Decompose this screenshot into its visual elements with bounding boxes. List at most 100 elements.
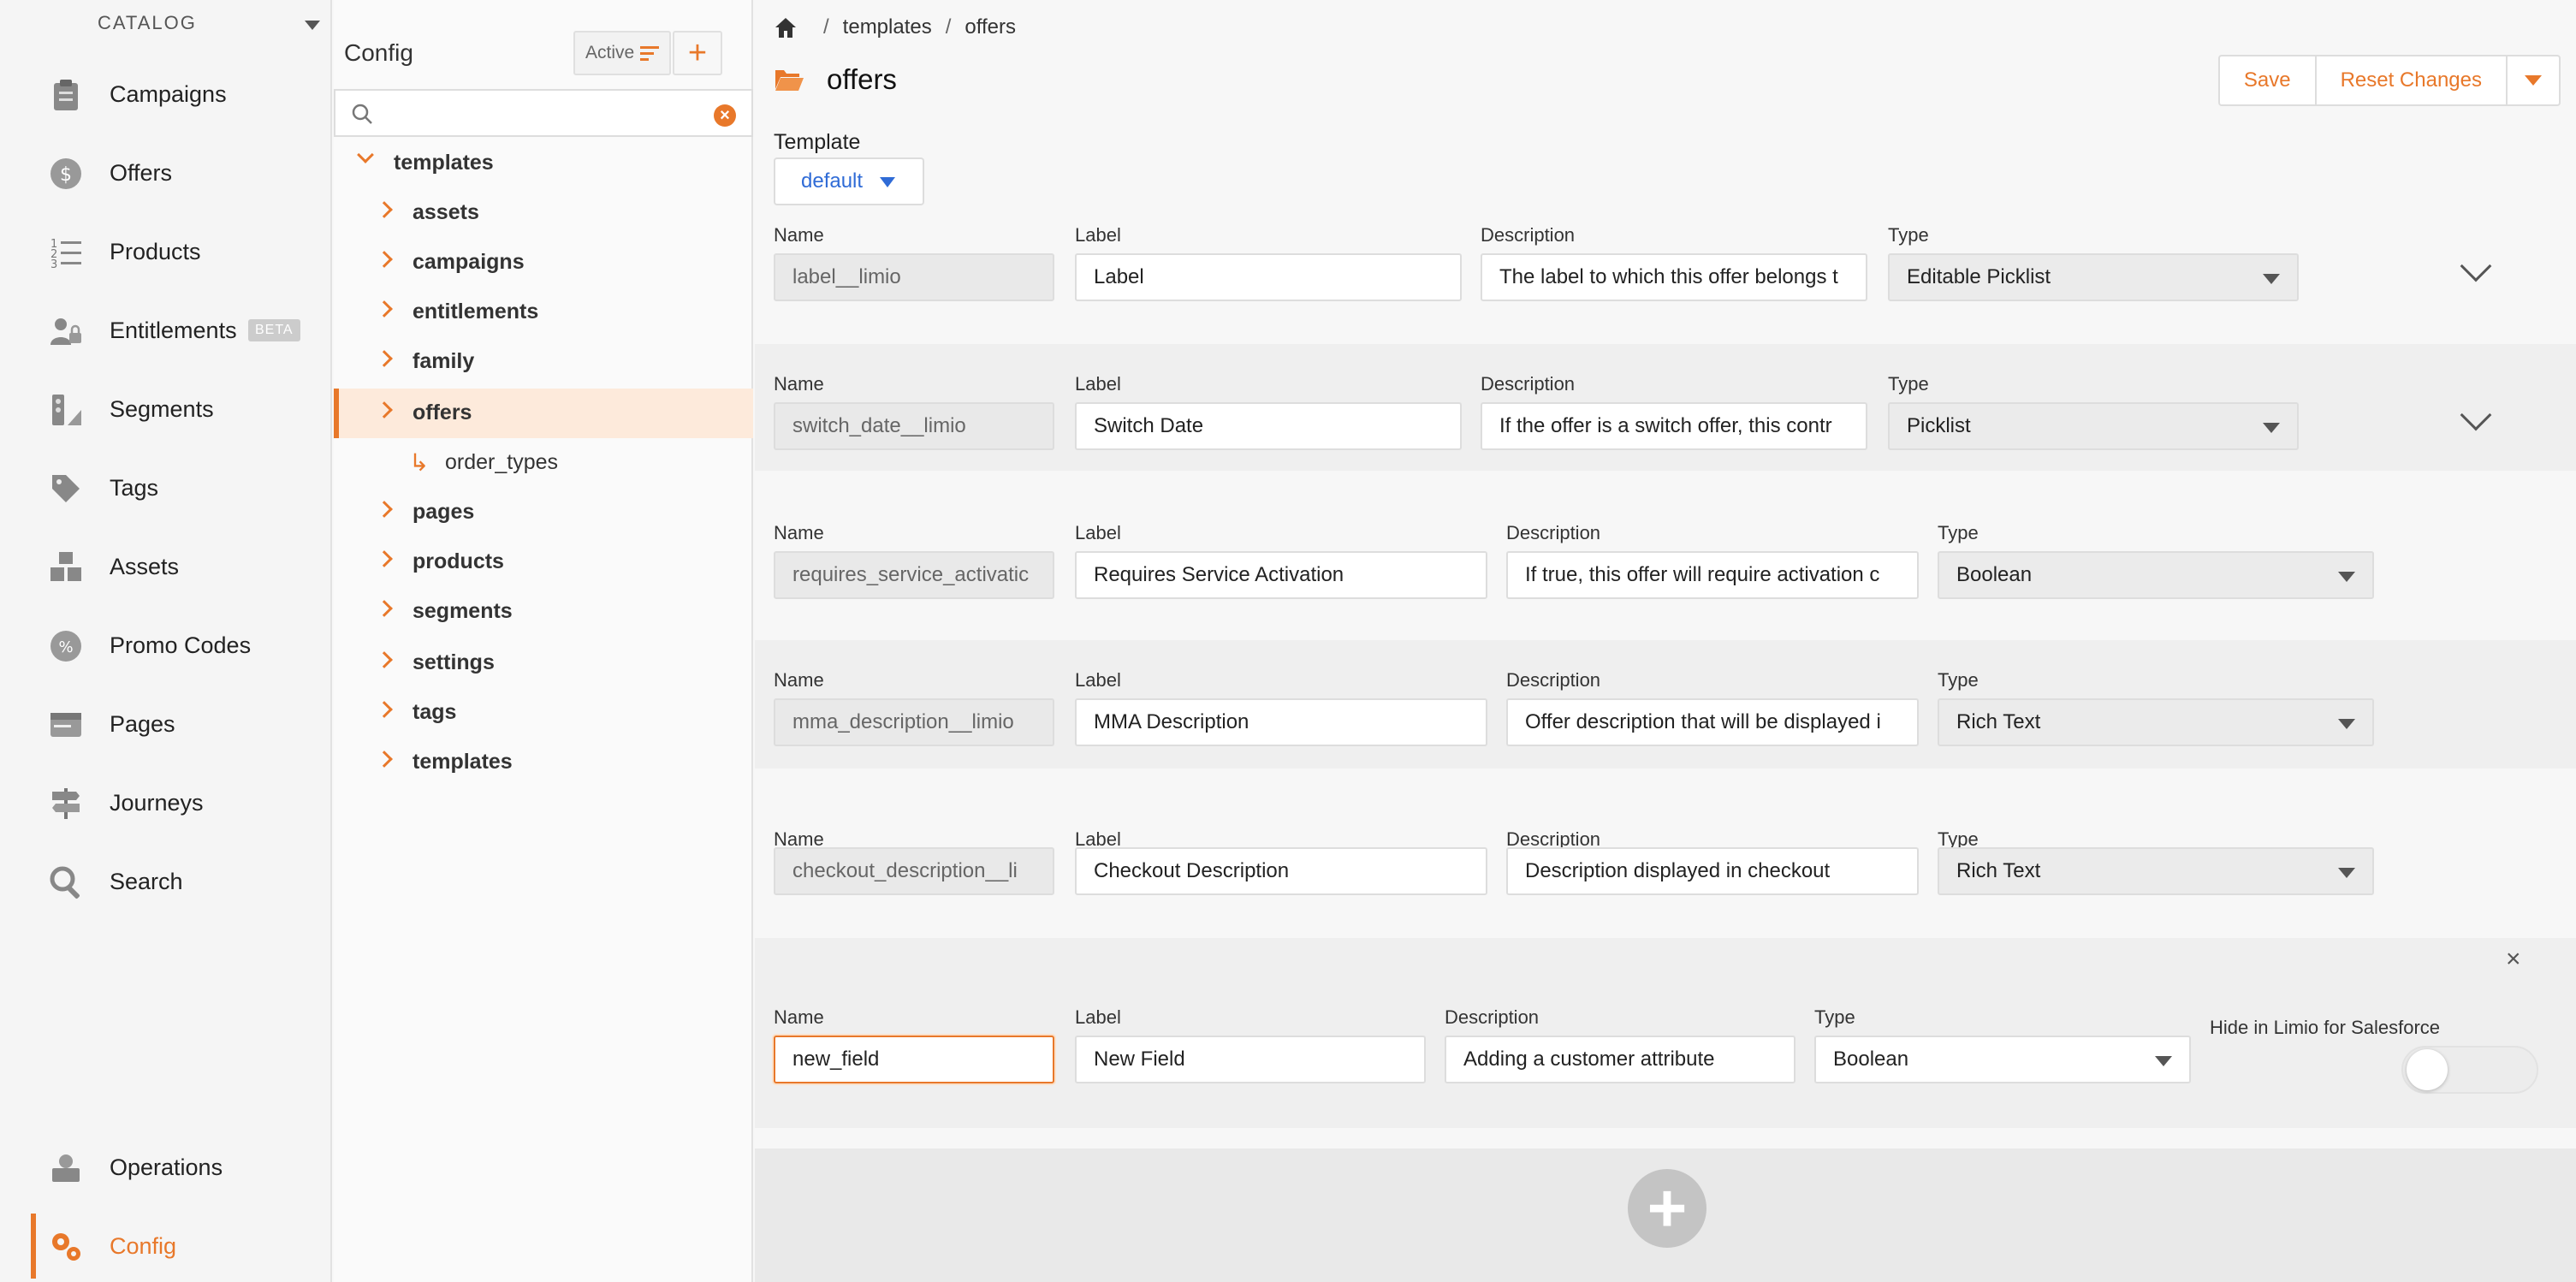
tree-item-label: assets [413, 200, 479, 224]
type-select[interactable]: Editable Picklist [1888, 253, 2299, 301]
add-field-button[interactable]: + [1628, 1169, 1706, 1248]
more-actions-dropdown[interactable] [2508, 56, 2559, 104]
nav-item-assets[interactable]: Assets [0, 532, 332, 601]
user-lock-icon [48, 313, 84, 349]
reset-changes-button[interactable]: Reset Changes [2317, 56, 2508, 104]
description-field[interactable]: If true, this offer will require activat… [1506, 551, 1919, 599]
nav-item-tags[interactable]: Tags [0, 454, 332, 522]
operations-icon [48, 1150, 84, 1186]
nav-item-entitlements[interactable]: Entitlements BETA [0, 296, 332, 365]
type-select[interactable]: Boolean [1938, 551, 2374, 599]
nav-item-label: Journeys [110, 789, 204, 816]
tree-item-segments[interactable]: segments [334, 587, 753, 637]
template-select[interactable]: default [774, 157, 924, 205]
expand-chevron-icon[interactable] [2460, 250, 2492, 282]
label-field[interactable]: Switch Date [1075, 402, 1462, 450]
clear-search-icon[interactable]: × [714, 104, 736, 127]
template-select-value: default [801, 169, 864, 193]
name-field[interactable]: new_field [774, 1036, 1054, 1083]
description-label: Description [1481, 224, 1576, 246]
name-label: Name [774, 522, 824, 543]
caret-down-icon [2263, 274, 2280, 284]
description-field[interactable]: Adding a customer attribute [1445, 1036, 1795, 1083]
tree-item-entitlements[interactable]: entitlements [334, 288, 753, 337]
nav-item-label: Assets [110, 553, 180, 579]
tree-item-offers[interactable]: offers [334, 389, 753, 438]
type-select[interactable]: Picklist [1888, 402, 2299, 450]
tree-search-input[interactable]: × [334, 89, 753, 137]
segments-icon [48, 392, 84, 428]
nav-item-label: Promo Codes [110, 632, 252, 658]
add-config-button[interactable]: + [673, 31, 722, 75]
active-filter-button[interactable]: Active [573, 31, 671, 75]
chevron-right-icon [376, 501, 393, 518]
chevron-right-icon [376, 751, 393, 768]
nav-item-pages[interactable]: Pages [0, 690, 332, 758]
tree-item-templates[interactable]: templates [334, 738, 753, 787]
tree-title: Config [344, 39, 413, 66]
chevron-down-icon [357, 146, 374, 163]
tree-item-campaigns[interactable]: campaigns [334, 238, 753, 288]
template-label: Template [774, 130, 861, 154]
nav-item-campaigns[interactable]: Campaigns [0, 60, 332, 128]
nav-item-journeys[interactable]: Journeys [0, 769, 332, 837]
name-field: label__limio [774, 253, 1054, 301]
tree-item-assets[interactable]: assets [334, 188, 753, 238]
nav-item-search[interactable]: Search [0, 847, 332, 916]
type-select[interactable]: Boolean [1814, 1036, 2191, 1083]
catalog-section-toggle[interactable]: CATALOG [0, 0, 332, 48]
name-field: mma_description__limio [774, 698, 1054, 746]
nav-item-label: Entitlements [110, 317, 237, 343]
tree-item-templates-root[interactable]: templates [334, 139, 753, 188]
description-field[interactable]: If the offer is a switch offer, this con… [1481, 402, 1867, 450]
hide-in-salesforce-toggle[interactable] [2401, 1046, 2538, 1094]
tree-item-order-types[interactable]: ↳ order_types [334, 438, 753, 488]
label-field[interactable]: Checkout Description [1075, 847, 1487, 895]
type-label: Type [1938, 522, 1979, 543]
type-select[interactable]: Rich Text [1938, 698, 2374, 746]
tree-item-settings[interactable]: settings [334, 638, 753, 688]
tree-item-family[interactable]: family [334, 337, 753, 387]
breadcrumb-offers[interactable]: offers [965, 15, 1016, 39]
field-row: Name label__limio Label Label Descriptio… [755, 214, 2576, 342]
name-field: switch_date__limio [774, 402, 1054, 450]
folder-open-icon [774, 67, 804, 92]
nav-item-config[interactable]: Config [0, 1212, 332, 1280]
tree-item-label: templates [394, 151, 494, 175]
caret-down-icon [2525, 75, 2542, 86]
nav-item-promo-codes[interactable]: % Promo Codes [0, 611, 332, 680]
description-label: Description [1445, 1006, 1540, 1028]
nav-item-operations[interactable]: Operations [0, 1133, 332, 1202]
nav-item-products[interactable]: 123 Products [0, 217, 332, 286]
nav-item-offers[interactable]: $ Offers [0, 139, 332, 207]
tree-item-products[interactable]: products [334, 537, 753, 587]
tree-item-label: offers [413, 401, 472, 424]
chevron-right-icon [376, 350, 393, 367]
tree-item-tags[interactable]: tags [334, 688, 753, 738]
type-select[interactable]: Rich Text [1938, 847, 2374, 895]
home-icon[interactable] [774, 15, 798, 39]
tree-item-label: segments [413, 599, 513, 623]
description-label: Description [1481, 373, 1576, 395]
tags-icon [48, 471, 84, 507]
label-field[interactable]: MMA Description [1075, 698, 1487, 746]
expand-chevron-icon[interactable] [2460, 399, 2492, 431]
add-field-area: + [755, 1148, 2576, 1282]
nav-item-segments[interactable]: Segments [0, 375, 332, 443]
close-icon[interactable]: × [2506, 945, 2521, 974]
description-field[interactable]: Offer description that will be displayed… [1506, 698, 1919, 746]
label-field[interactable]: New Field [1075, 1036, 1426, 1083]
description-label: Description [1506, 522, 1601, 543]
label-field[interactable]: Requires Service Activation [1075, 551, 1487, 599]
tree-item-pages[interactable]: pages [334, 488, 753, 537]
breadcrumb-templates[interactable]: templates [843, 15, 932, 39]
main-navigation: CATALOG Campaigns $ Offers 123 Products … [0, 0, 332, 1282]
label-field[interactable]: Label [1075, 253, 1462, 301]
description-field[interactable]: The label to which this offer belongs t [1481, 253, 1867, 301]
save-button[interactable]: Save [2220, 56, 2317, 104]
nav-item-label: Tags [110, 474, 159, 501]
description-field[interactable]: Description displayed in checkout [1506, 847, 1919, 895]
chevron-right-icon [376, 300, 393, 318]
chevron-right-icon [376, 550, 393, 567]
catalog-section-label: CATALOG [98, 12, 197, 33]
